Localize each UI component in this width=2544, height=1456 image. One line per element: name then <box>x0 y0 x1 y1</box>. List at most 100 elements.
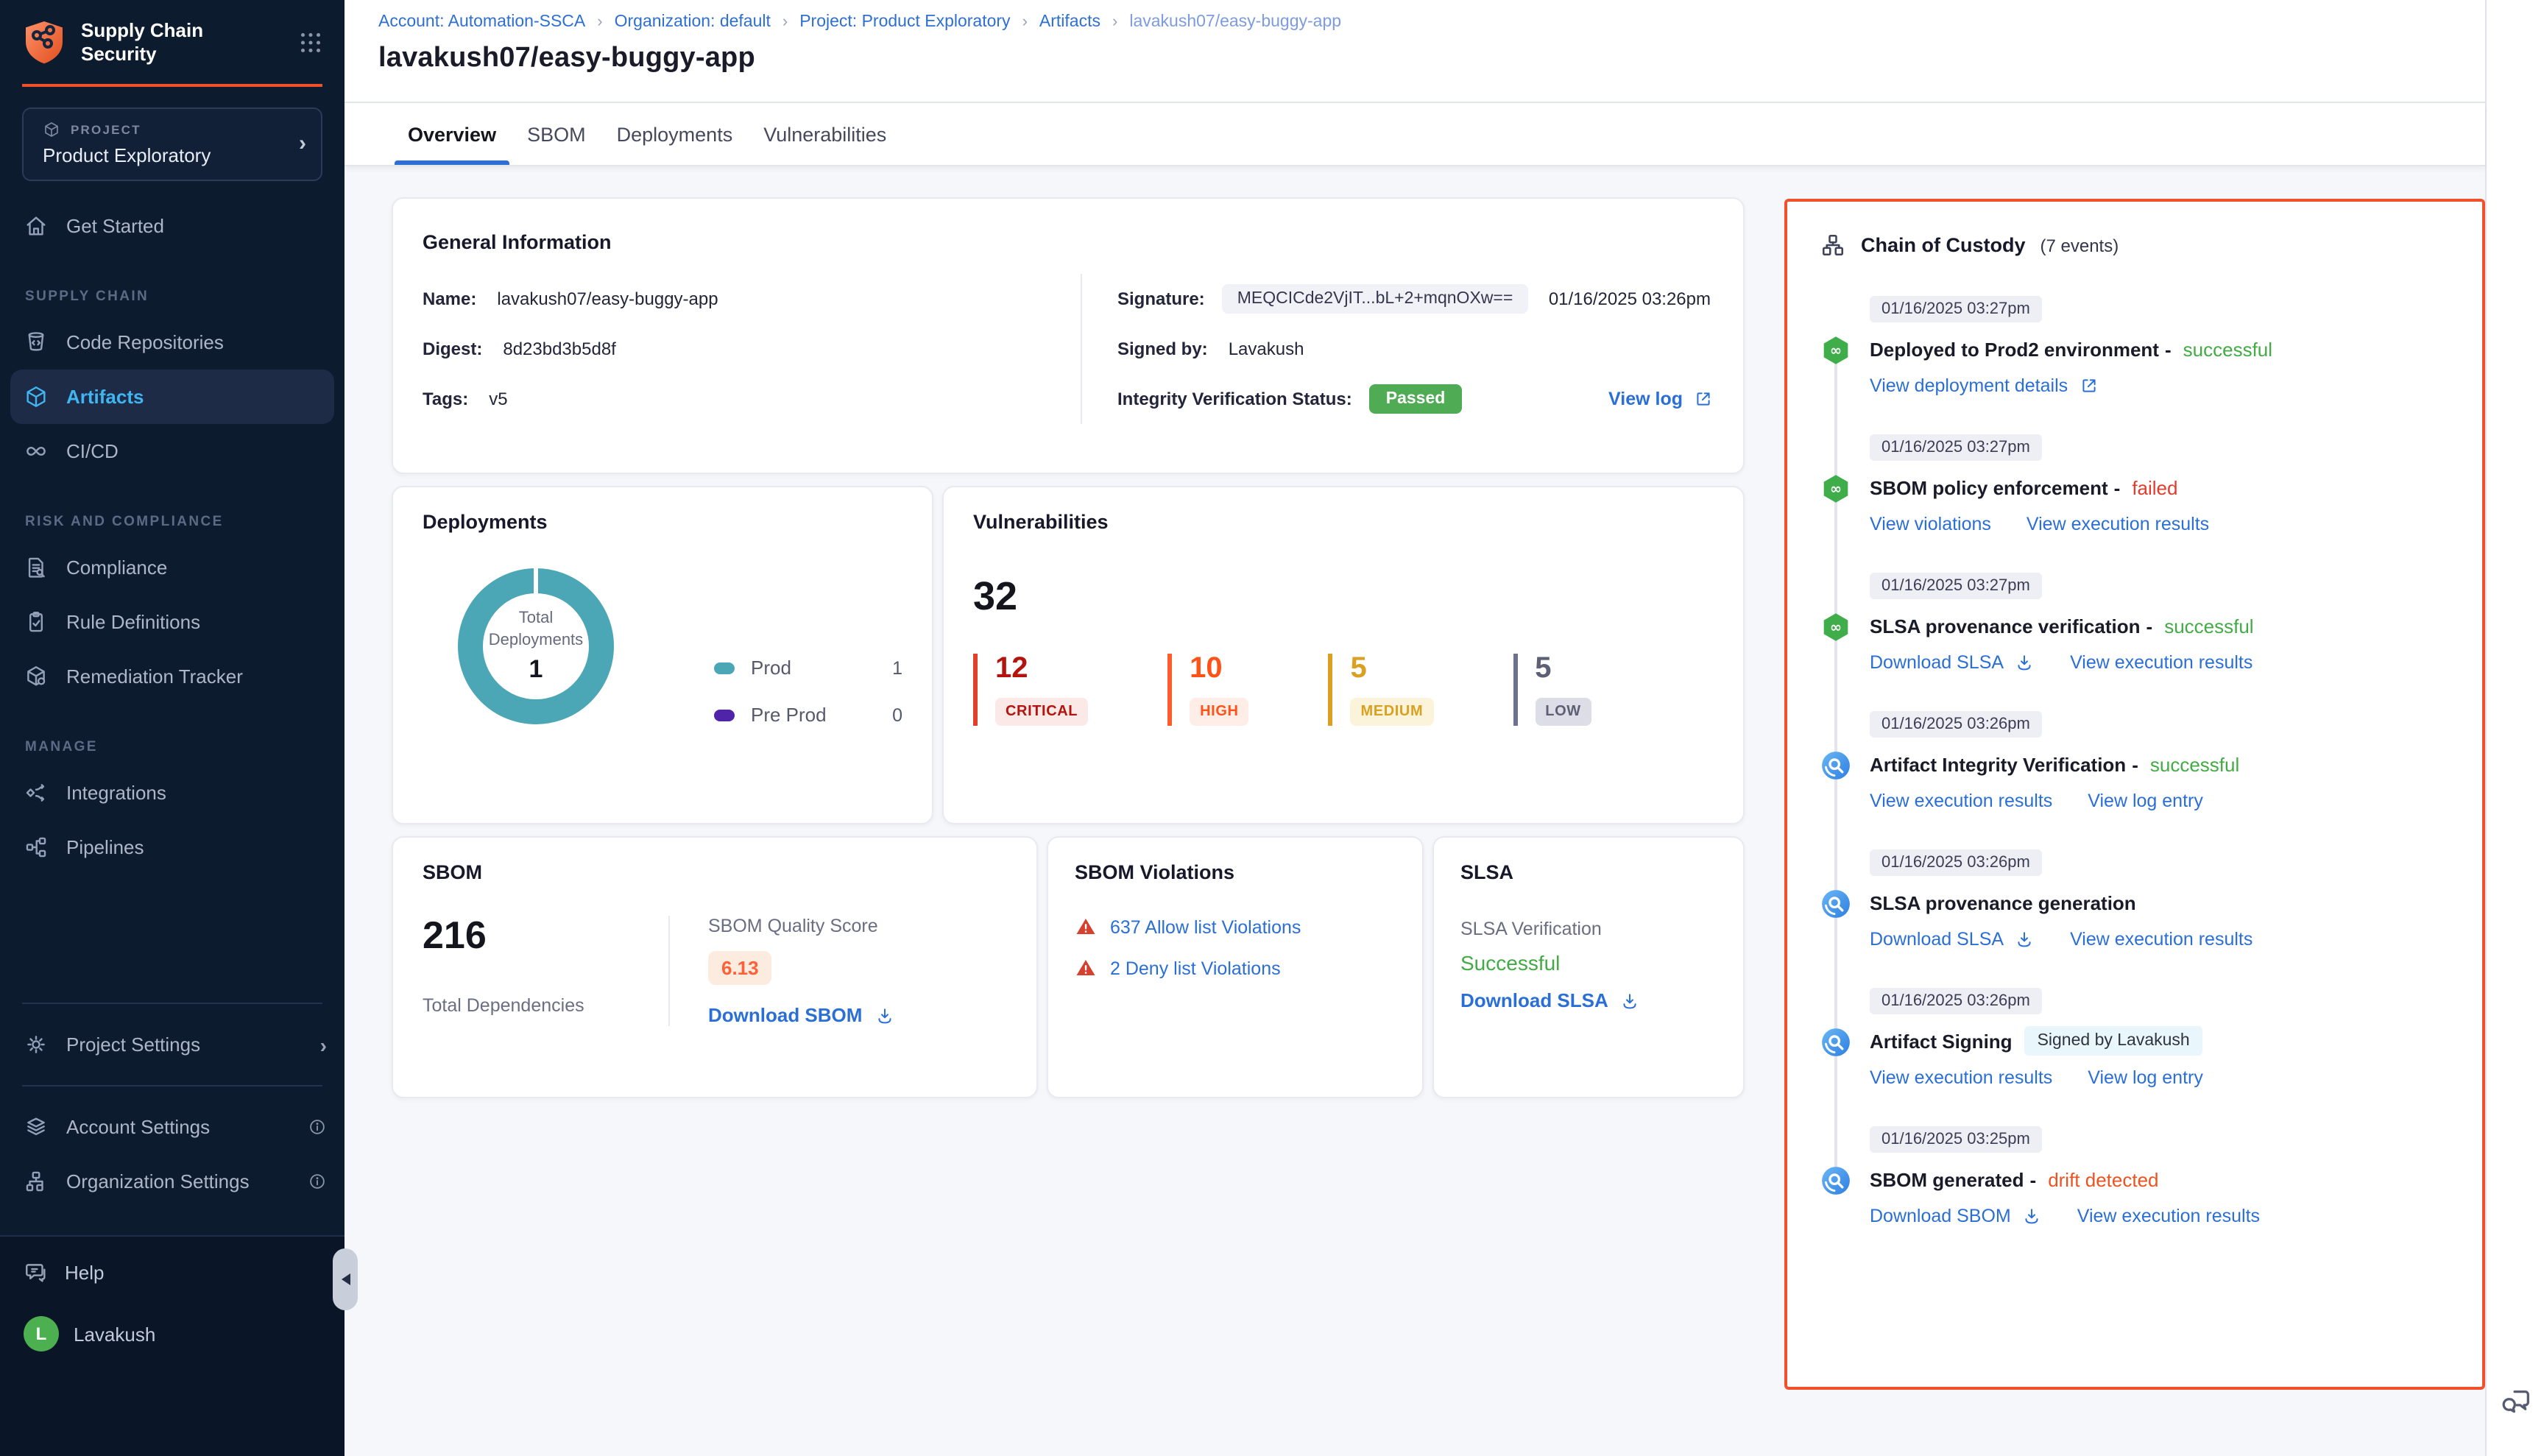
app-header: Supply Chain Security <box>0 0 344 80</box>
slsa-card: SLSA SLSA Verification Successful Downlo… <box>1432 836 1745 1098</box>
card-title: General Information <box>423 231 1714 253</box>
severity-low: 5LOW <box>1513 654 1591 726</box>
link-view-log-entry[interactable]: View log entry <box>2088 1067 2203 1088</box>
download-icon <box>1620 990 1641 1011</box>
external-icon <box>2078 375 2099 396</box>
download-icon <box>2014 652 2035 673</box>
digest-row: Digest:8d23bd3b5d8f <box>423 324 1051 374</box>
link-download-slsa[interactable]: Download SLSA <box>1870 652 2035 673</box>
infinity-icon <box>24 438 49 463</box>
view-log-link[interactable]: View log <box>1608 389 1714 409</box>
page-header: Account: Automation-SSCA › Organization: d… <box>344 0 2485 103</box>
link-view-execution-results[interactable]: View execution results <box>1870 1067 2052 1088</box>
support-chat-icon[interactable] <box>2500 1385 2534 1419</box>
severity-medium: 5MEDIUM <box>1329 654 1434 726</box>
severity-breakdown: 12CRITICAL10HIGH5MEDIUM5LOW <box>973 654 1714 726</box>
breadcrumb-item[interactable]: lavakush07/easy-buggy-app <box>1129 13 1341 31</box>
home-icon <box>24 213 49 238</box>
signature-row: Signature: MEQCICde2VjIT...bL+2+mqnOXw==… <box>1117 274 1714 324</box>
link-view-execution-results[interactable]: View execution results <box>2070 929 2252 950</box>
sidebar-item-compliance[interactable]: Compliance <box>0 540 344 594</box>
event-timestamp: 01/16/2025 03:27pm <box>1870 296 2042 322</box>
sidebar-item-organization-settings[interactable]: Organization Settings <box>0 1154 344 1209</box>
event-title: SBOM generated-drift detected <box>1870 1163 2459 1195</box>
sidebar-item-account-settings[interactable]: Account Settings <box>0 1100 344 1154</box>
help-button[interactable]: Help <box>24 1260 321 1285</box>
event-status: drift detected <box>2048 1168 2158 1190</box>
event-timestamp: 01/16/2025 03:26pm <box>1870 988 2042 1014</box>
sidebar-item-rule-definitions[interactable]: Rule Definitions <box>0 594 344 649</box>
event-title: SBOM policy enforcement-failed <box>1870 471 2459 503</box>
chevron-right-icon: › <box>299 132 306 154</box>
supply-chain-security-logo-icon <box>22 20 66 67</box>
info-icon <box>308 1117 327 1137</box>
link-download-slsa[interactable]: Download SLSA <box>1870 929 2035 950</box>
link-view-execution-results[interactable]: View execution results <box>1870 791 2052 811</box>
app-root: Supply Chain Security PROJECT Product Ex… <box>0 0 2544 1456</box>
violation-link[interactable]: 2 Deny list Violations <box>1075 957 1396 979</box>
event-title: SLSA provenance generation <box>1870 886 2459 919</box>
sidebar-item-ci-cd[interactable]: CI/CD <box>0 423 344 478</box>
scan-icon <box>1820 888 1852 920</box>
download-slsa-link[interactable]: Download SLSA <box>1460 989 1717 1011</box>
gear-icon <box>24 1032 49 1057</box>
download-sbom-link[interactable]: Download SBOM <box>708 1004 894 1026</box>
event-title: Deployed to Prod2 environment-successful <box>1870 333 2459 365</box>
breadcrumb-item[interactable]: Artifacts <box>1039 13 1100 31</box>
breadcrumb-item[interactable]: Project: Product Exploratory <box>799 13 1010 31</box>
link-view-execution-results[interactable]: View execution results <box>2070 652 2252 673</box>
legend-swatch <box>714 709 735 721</box>
scan-icon <box>1820 1026 1852 1059</box>
project-selector[interactable]: PROJECT Product Exploratory › <box>22 107 322 180</box>
deployments-card: Deployments Total Deployments 1 Prod1Pre… <box>392 486 933 824</box>
module-grid-icon[interactable] <box>297 30 324 57</box>
hex-icon: ∞ <box>1820 611 1852 643</box>
chain-of-custody-icon <box>1820 231 1846 259</box>
info-icon <box>308 1172 327 1191</box>
breadcrumb-separator-icon: › <box>782 13 788 31</box>
sidebar-item-project-settings[interactable]: Project Settings› <box>0 1017 344 1072</box>
violation-link[interactable]: 637 Allow list Violations <box>1075 916 1396 938</box>
link-view-deployment-details[interactable]: View deployment details <box>1870 375 2099 396</box>
link-view-log-entry[interactable]: View log entry <box>2088 791 2203 811</box>
severity-high: 10HIGH <box>1167 654 1248 726</box>
event-title: SLSA provenance verification-successful <box>1870 609 2459 642</box>
sidebar-item-integrations[interactable]: Integrations <box>0 765 344 819</box>
sidebar-item-get-started[interactable]: Get Started <box>0 198 344 252</box>
card-title: SBOM <box>423 861 1007 883</box>
tab-overview[interactable]: Overview <box>405 103 499 165</box>
sidebar-item-pipelines[interactable]: Pipelines <box>0 819 344 874</box>
sidebar-item-remediation-tracker[interactable]: Remediation Tracker <box>0 649 344 703</box>
sidebar-item-artifacts[interactable]: Artifacts <box>10 369 334 423</box>
warn-icon <box>1075 916 1097 938</box>
chevron-left-icon <box>341 1273 350 1285</box>
sidebar-collapse-handle[interactable] <box>333 1248 358 1310</box>
tab-vulnerabilities[interactable]: Vulnerabilities <box>760 103 889 165</box>
link-download-sbom[interactable]: Download SBOM <box>1870 1206 2042 1226</box>
signature-value[interactable]: MEQCICde2VjIT...bL+2+mqnOXw== <box>1223 284 1528 314</box>
link-view-violations[interactable]: View violations <box>1870 514 1991 534</box>
link-view-execution-results[interactable]: View execution results <box>2027 514 2209 534</box>
chevron-right-icon: › <box>320 1033 327 1056</box>
deployments-legend: Prod1Pre Prod0 <box>714 657 902 751</box>
breadcrumb-item[interactable]: Organization: default <box>615 13 771 31</box>
user-menu[interactable]: L Lavakush <box>24 1316 321 1351</box>
custody-event: ∞01/16/2025 03:27pmSBOM policy enforceme… <box>1820 433 2459 571</box>
breadcrumb-item[interactable]: Account: Automation-SSCA <box>378 13 585 31</box>
event-status: successful <box>2183 338 2272 360</box>
custody-event: ∞ 01/16/2025 03:27pm Deployed to Prod2 env… <box>1820 294 2459 433</box>
sidebar-item-code-repositories[interactable]: Code Repositories <box>0 314 344 369</box>
download-icon <box>874 1005 894 1025</box>
link-view-execution-results[interactable]: View execution results <box>2077 1206 2260 1226</box>
svg-text:∞: ∞ <box>1830 342 1842 359</box>
custody-event: 01/16/2025 03:26pmArtifact SigningSigned… <box>1820 986 2459 1125</box>
scan-icon <box>1820 1165 1852 1197</box>
sbom-quality-score-badge: 6.13 <box>708 951 772 985</box>
breadcrumb-separator-icon: › <box>597 13 602 31</box>
tab-deployments[interactable]: Deployments <box>614 103 736 165</box>
chain-events-count: (7 events) <box>2041 235 2119 255</box>
chain-title: Chain of Custody <box>1861 234 2026 256</box>
project-label: PROJECT <box>71 121 141 136</box>
tab-sbom[interactable]: SBOM <box>524 103 589 165</box>
integrations-icon <box>24 780 49 805</box>
